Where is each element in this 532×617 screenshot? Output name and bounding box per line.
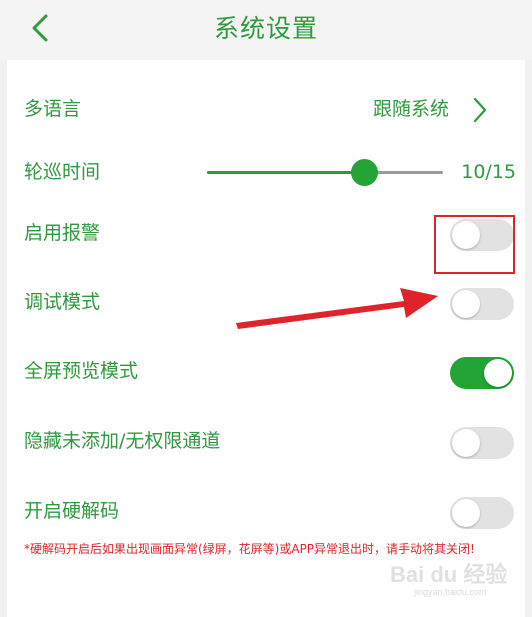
- setting-hide-channels: 隐藏未添加/无权限通道: [7, 411, 525, 471]
- toggle-knob: [484, 359, 512, 387]
- baidu-jingyan-watermark: Bai du 经验 jingyan.baidu.com: [390, 555, 525, 605]
- setting-language-label: 多语言: [24, 98, 82, 120]
- chevron-right-icon: [473, 97, 487, 123]
- settings-panel: 多语言 跟随系统 轮巡时间 10/15 启用报警 调试模式 全屏预览模式 隐藏未…: [7, 60, 525, 617]
- header-bar: 系统设置: [0, 0, 532, 60]
- watermark-url: jingyan.baidu.com: [414, 587, 487, 597]
- patrol-time-value: 10/15: [461, 161, 516, 183]
- fullscreen-toggle[interactable]: [450, 357, 514, 389]
- patrol-slider-fill: [207, 171, 365, 174]
- setting-debug-label: 调试模式: [24, 291, 101, 313]
- debug-toggle[interactable]: [450, 288, 514, 320]
- setting-fullscreen: 全屏预览模式: [7, 341, 525, 401]
- hide-channels-toggle[interactable]: [450, 427, 514, 459]
- page-title: 系统设置: [213, 14, 318, 43]
- patrol-time-slider[interactable]: [207, 159, 443, 186]
- annotation-arrow-icon: [236, 288, 438, 329]
- setting-patrol-time: 轮巡时间 10/15: [7, 142, 525, 202]
- setting-fullscreen-label: 全屏预览模式: [24, 360, 139, 382]
- patrol-slider-thumb[interactable]: [351, 159, 379, 186]
- setting-hw-decode: 开启硬解码: [7, 481, 525, 541]
- setting-patrol-label: 轮巡时间: [24, 161, 101, 183]
- setting-language-value: 跟随系统: [372, 98, 449, 120]
- watermark-logo: Bai du 经验: [390, 562, 508, 587]
- toggle-knob: [452, 429, 480, 457]
- setting-alarm-label: 启用报警: [24, 222, 101, 244]
- toggle-knob: [452, 499, 480, 527]
- setting-hw-decode-label: 开启硬解码: [24, 500, 120, 522]
- annotation-highlight-box: [434, 215, 515, 274]
- toggle-knob: [452, 290, 480, 318]
- setting-hide-channels-label: 隐藏未添加/无权限通道: [24, 430, 221, 452]
- hw-decode-toggle[interactable]: [450, 497, 514, 529]
- setting-language[interactable]: 多语言 跟随系统: [7, 79, 525, 139]
